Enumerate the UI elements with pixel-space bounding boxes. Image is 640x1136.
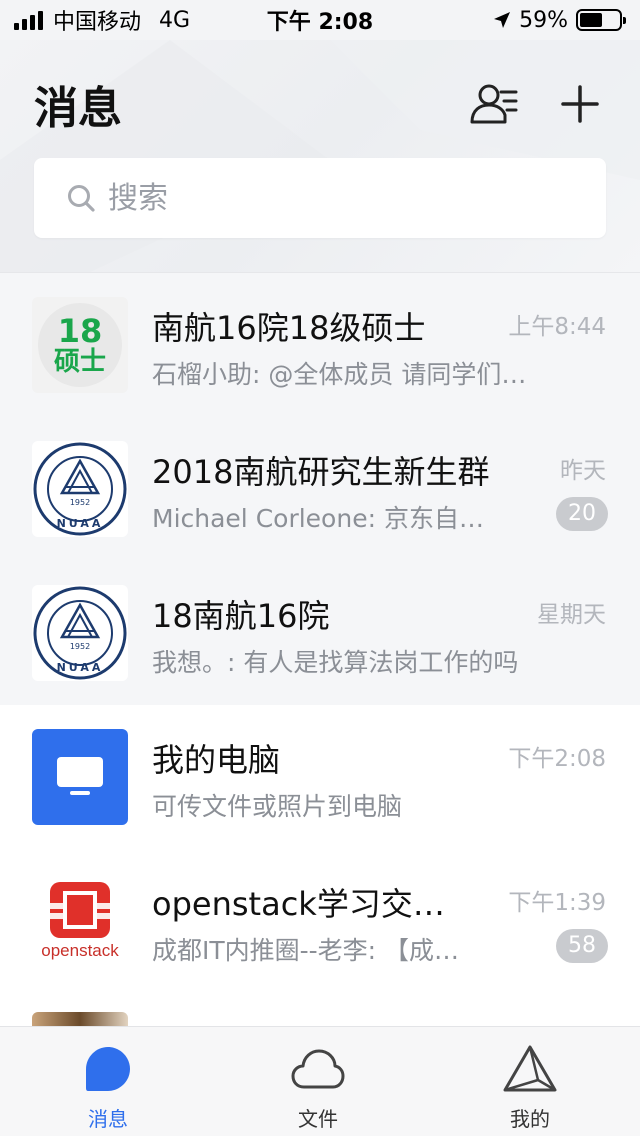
avatar-text-bottom: 硕士 <box>53 347 106 377</box>
my-computer-avatar <box>32 729 128 825</box>
openstack-wordmark: openstack <box>41 941 119 960</box>
conversation-preview: 我想。: 有人是找算法岗工作的吗 <box>152 648 519 677</box>
conversation-preview: 石榴小助: @全体成员 请同学们… <box>152 360 527 389</box>
group-avatar: 18 硕士 <box>32 297 128 393</box>
tab-label: 消息 <box>88 1107 128 1131</box>
header: 消息 <box>0 40 640 272</box>
chat-bubble-icon <box>80 1041 136 1097</box>
conversation-title: 18南航16院 <box>152 597 330 635</box>
tab-files[interactable]: 文件 <box>248 1027 388 1136</box>
conversation-title: 2018南航研究生新生群 <box>152 453 490 491</box>
conversation-preview: Michael Corleone: 京东自… <box>152 504 484 533</box>
page-title: 消息 <box>34 83 122 134</box>
conversation-row[interactable]: 18 硕士 南航16院18级硕士 上午8:44 石榴小助: @全体成员 请同学们… <box>0 273 640 417</box>
conversation-row[interactable]: 1952 NUAA 18南航16院 星期天 我想。: 有人是找算法岗工作的吗 <box>0 561 640 705</box>
conversation-preview: 可传文件或照片到电脑 <box>152 792 403 821</box>
nuaa-seal-icon: 1952 NUAA <box>33 586 127 680</box>
battery-icon <box>576 9 626 31</box>
openstack-logo-icon <box>50 882 110 938</box>
conversation-row[interactable]: 1952 NUAA 2018南航研究生新生群 昨天 Michael Corleo… <box>0 417 640 561</box>
unread-badge: 58 <box>556 929 608 963</box>
conversation-preview: 成都IT内推圈--老李: 【成… <box>152 936 460 965</box>
conversation-row[interactable]: openstack openstack学习交… 下午1:39 成都IT内推圈--… <box>0 849 640 993</box>
tab-me[interactable]: 我的 <box>460 1027 600 1136</box>
signal-icon <box>14 10 43 30</box>
status-right: 59% <box>493 7 626 33</box>
conversation-time: 星期天 <box>537 602 606 628</box>
battery-fill <box>580 13 603 27</box>
unread-badge: 20 <box>556 497 608 531</box>
conversation-time: 昨天 <box>560 458 606 484</box>
tab-label: 文件 <box>298 1107 338 1131</box>
nuaa-seal-avatar: 1952 NUAA <box>32 585 128 681</box>
plus-icon <box>561 85 599 123</box>
network-label: 4G <box>159 7 191 33</box>
add-button[interactable] <box>554 78 606 130</box>
search-icon <box>68 185 95 212</box>
battery-percent: 59% <box>519 7 568 33</box>
seal-abbr: NUAA <box>57 661 104 674</box>
search-box[interactable] <box>34 158 606 238</box>
tab-bar: 消息 文件 我的 <box>0 1026 640 1136</box>
conversation-row[interactable]: 我的电脑 下午2:08 可传文件或照片到电脑 <box>0 705 640 849</box>
search-input[interactable] <box>108 180 548 216</box>
monitor-icon <box>57 757 103 795</box>
conversation-time: 上午8:44 <box>508 314 606 340</box>
status-left: 中国移动 4G <box>14 4 190 36</box>
nuaa-seal-icon: 1952 NUAA <box>33 442 127 536</box>
conversation-time: 下午1:39 <box>508 890 606 916</box>
seal-year: 1952 <box>70 642 90 651</box>
conversation-title: 我的电脑 <box>152 741 281 779</box>
tab-label: 我的 <box>510 1107 550 1131</box>
conversation-title: 南航16院18级硕士 <box>152 309 426 347</box>
carrier-label: 中国移动 <box>53 10 142 35</box>
cloud-icon <box>290 1041 346 1097</box>
location-arrow-icon <box>494 12 511 28</box>
tab-messages[interactable]: 消息 <box>38 1027 178 1136</box>
next-conversation-avatar-peek <box>32 1012 128 1026</box>
contacts-icon <box>470 84 518 124</box>
conversation-title: openstack学习交… <box>152 885 445 923</box>
screen: 中国移动 4G 下午 2:08 59% 消息 搜索 18 硕士 南航16院18级… <box>0 0 640 1136</box>
openstack-avatar: openstack <box>32 873 128 969</box>
conversation-list: 18 硕士 南航16院18级硕士 上午8:44 石榴小助: @全体成员 请同学们… <box>0 272 640 993</box>
prism-icon <box>502 1041 558 1097</box>
conversation-time: 下午2:08 <box>508 746 606 772</box>
nuaa-seal-avatar: 1952 NUAA <box>32 441 128 537</box>
avatar-text-top: 18 <box>57 312 103 350</box>
contacts-button[interactable] <box>468 78 520 130</box>
seal-year: 1952 <box>70 498 90 507</box>
seal-abbr: NUAA <box>57 517 104 530</box>
status-bar: 中国移动 4G 下午 2:08 59% <box>0 0 640 40</box>
